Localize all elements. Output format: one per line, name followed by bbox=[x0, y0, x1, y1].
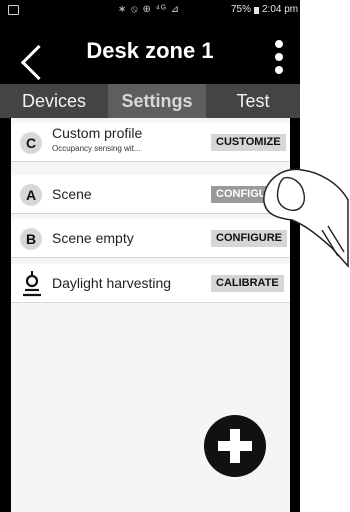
calibrate-button[interactable]: CALIBRATE bbox=[211, 275, 284, 292]
scene-badge-a: A bbox=[20, 184, 42, 206]
tab-devices[interactable]: Devices bbox=[0, 84, 108, 118]
settings-list: C Custom profile Occupancy sensing wit..… bbox=[11, 118, 290, 512]
overflow-menu-icon[interactable] bbox=[274, 40, 284, 74]
page-title: Desk zone 1 bbox=[86, 38, 214, 63]
row-sublabel: Occupancy sensing wit... bbox=[52, 144, 141, 153]
battery-icon bbox=[254, 7, 259, 14]
phone-screen: ∗ ⦸ ⊕ ⁴ᴳ ⊿ 75% 2:04 pm Desk zone 1 Devic… bbox=[0, 0, 300, 512]
customize-button[interactable]: CUSTOMIZE bbox=[211, 134, 286, 151]
signal-icons: ∗ ⦸ ⊕ ⁴ᴳ ⊿ bbox=[118, 4, 181, 15]
row-label: Scene bbox=[52, 186, 92, 202]
notification-icon bbox=[8, 5, 19, 15]
list-item-scene-empty[interactable]: B Scene empty CONFIGURE bbox=[11, 219, 290, 258]
tap-hand-icon bbox=[263, 168, 349, 268]
scene-badge-b: B bbox=[20, 228, 42, 250]
row-label: Scene empty bbox=[52, 230, 134, 246]
profile-badge-c: C bbox=[20, 132, 42, 154]
tab-settings[interactable]: Settings bbox=[108, 84, 206, 118]
tab-test[interactable]: Test bbox=[206, 84, 300, 118]
list-item-daylight-harvesting[interactable]: Daylight harvesting CALIBRATE bbox=[11, 264, 290, 303]
list-item-scene[interactable]: A Scene CONFIGURE bbox=[11, 175, 290, 214]
clock: 2:04 pm bbox=[262, 4, 299, 15]
title-bar: Desk zone 1 bbox=[0, 20, 300, 84]
daylight-sensor-icon bbox=[23, 271, 41, 297]
list-item-custom-profile[interactable]: C Custom profile Occupancy sensing wit..… bbox=[11, 123, 290, 162]
row-label: Daylight harvesting bbox=[52, 275, 172, 291]
row-label: Custom profile bbox=[52, 125, 143, 141]
battery-percent: 75% bbox=[231, 4, 252, 15]
add-button[interactable] bbox=[204, 415, 266, 477]
status-bar: ∗ ⦸ ⊕ ⁴ᴳ ⊿ 75% 2:04 pm bbox=[0, 0, 300, 20]
tab-bar: Devices Settings Test bbox=[0, 84, 300, 118]
